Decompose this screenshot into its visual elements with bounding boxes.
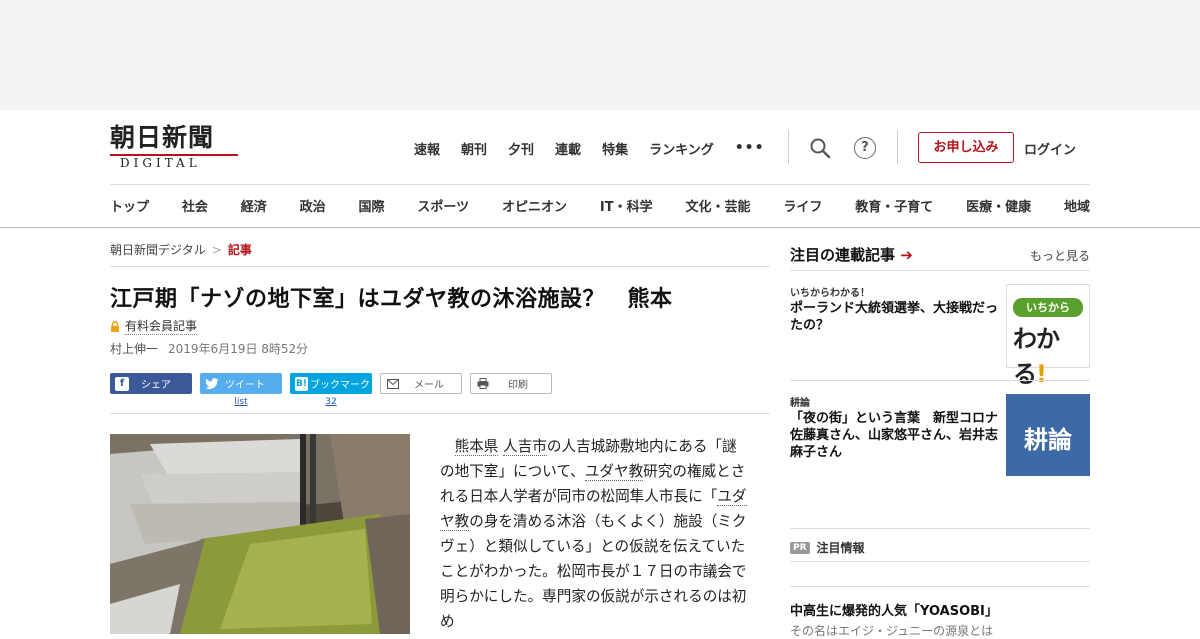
arrow-right-icon: ➔ [900, 246, 913, 264]
sidebar-item-kicker: いちからわかる！ [790, 288, 870, 299]
body-indent [440, 438, 455, 455]
hatena-icon: B! [295, 376, 308, 391]
print-button[interactable]: 印刷 [470, 373, 552, 394]
topnav-item-ranking[interactable]: ランキング [649, 139, 714, 158]
top-navigation: 速報 朝刊 夕刊 連載 特集 ランキング ••• [414, 138, 765, 158]
hatena-bookmark-button[interactable]: B! ブックマーク [290, 373, 372, 394]
featured-series-heading[interactable]: 注目の連載記事 ➔ [790, 244, 913, 265]
asahi-digital-logo[interactable]: 朝日新聞 DIGITAL [110, 124, 240, 170]
article-body: 熊本県 人吉市の人吉城跡敷地内にある「謎の地下室」について、ユダヤ教研究の権威と… [440, 434, 750, 634]
category-health[interactable]: 医療・健康 [966, 196, 1031, 216]
keyword-link-judaism[interactable]: ユダヤ教 [584, 463, 644, 481]
lock-icon [110, 320, 120, 332]
topnav-item-yuukan[interactable]: 夕刊 [508, 139, 534, 158]
share-divider [110, 413, 770, 414]
ichikara-wakaru-thumbnail: いちから わかる! [1006, 284, 1090, 388]
sidebar-item-title: 「夜の街」という言葉 新型コロナ 佐藤真さん、山家悠平さん、岩井志麻子さん [790, 411, 1012, 460]
breadcrumb-home[interactable]: 朝日新聞デジタル [110, 243, 206, 257]
paid-member-label[interactable]: 有料会員記事 [125, 317, 198, 335]
category-politics[interactable]: 政治 [300, 196, 326, 216]
breadcrumb-divider [110, 266, 770, 267]
category-culture[interactable]: 文化・芸能 [685, 196, 750, 216]
keyword-link-kumamoto[interactable]: 熊本県 [454, 438, 499, 456]
facebook-icon: f [115, 376, 129, 391]
pr-item-subtitle[interactable]: その名はエイジ・ジュニーの源泉とは [790, 622, 993, 639]
category-region[interactable]: 地域 [1064, 196, 1090, 216]
category-international[interactable]: 国際 [359, 196, 385, 216]
twitter-share-label: ツイート [225, 380, 265, 391]
hatena-bookmark-label: ブックマーク [309, 380, 370, 391]
breadcrumb-separator: > [211, 243, 222, 257]
pr-label: 注目情報 [816, 541, 865, 555]
sidebar-item-kicker: 耕論 [790, 398, 810, 409]
see-more-link[interactable]: もっと見る [1030, 247, 1090, 264]
twitter-icon [205, 377, 219, 391]
facebook-share-button[interactable]: f シェア [110, 373, 192, 394]
thumb-label: 耕論 [1024, 425, 1072, 454]
topnav-item-sokuho[interactable]: 速報 [414, 139, 440, 158]
print-icon [476, 377, 490, 391]
help-icon[interactable]: ? [854, 137, 876, 159]
login-link[interactable]: ログイン [1024, 139, 1076, 158]
breadcrumb-current: 記事 [227, 243, 252, 257]
logo-japanese: 朝日新聞 [110, 123, 215, 152]
article-photo[interactable] [110, 434, 410, 634]
print-label: 印刷 [508, 380, 528, 391]
paid-member-badge: 有料会員記事 [110, 317, 198, 335]
logo-english: DIGITAL [120, 156, 201, 170]
ad-banner-area [0, 0, 1200, 110]
category-education[interactable]: 教育・子育て [855, 196, 933, 216]
body-text: の身を清める沐浴（もくよく）施設（ミクヴェ）と類似している」との仮説を伝えていた… [440, 513, 747, 630]
category-life[interactable]: ライフ [783, 196, 822, 216]
hatena-count[interactable]: 32 [290, 397, 372, 407]
mail-share-button[interactable]: メール [380, 373, 462, 394]
breadcrumb: 朝日新聞デジタル > 記事 [110, 241, 252, 258]
category-sports[interactable]: スポーツ [417, 196, 469, 216]
sidebar-divider [790, 270, 1090, 271]
topnav-item-choukan[interactable]: 朝刊 [461, 139, 487, 158]
more-menu-icon[interactable]: ••• [735, 140, 765, 156]
header-divider [788, 130, 789, 164]
header-divider [897, 130, 898, 164]
sidebar-item-title: ポーランド大統領選挙、大接戦だったの？ [790, 301, 999, 333]
category-society[interactable]: 社会 [182, 196, 208, 216]
subscribe-button[interactable]: お申し込み [918, 132, 1014, 163]
pr-badge: PR [790, 541, 810, 554]
topnav-item-tokushu[interactable]: 特集 [602, 139, 628, 158]
twitter-share-button[interactable]: ツイート [200, 373, 282, 394]
category-navigation: トップ 社会 経済 政治 国際 スポーツ オピニオン IT・科学 文化・芸能 ラ… [110, 196, 1090, 216]
search-icon[interactable] [809, 137, 831, 159]
header-separator [110, 184, 1090, 185]
sidebar-divider [790, 380, 1090, 381]
sidebar-divider [790, 561, 1090, 562]
byline: 村上伸一 2019年6月19日 8時52分 [110, 340, 308, 357]
keyword-link-hitoyoshi[interactable]: 人吉市 [503, 438, 547, 456]
sidebar-divider [790, 586, 1090, 587]
thumb-label: いちから [1013, 298, 1083, 317]
site-header: 朝日新聞 DIGITAL 速報 朝刊 夕刊 連載 特集 ランキング ••• ? … [0, 110, 1200, 228]
pr-section-heading: PR 注目情報 [790, 539, 865, 556]
article-title: 江戸期「ナゾの地下室」はユダヤ教の沐浴施設？ 熊本 [110, 287, 673, 312]
mail-share-label: メール [414, 380, 444, 391]
topnav-item-rensai[interactable]: 連載 [555, 139, 581, 158]
category-economy[interactable]: 経済 [241, 196, 267, 216]
pr-item-title[interactable]: 中高生に爆発的人気「YOASOBI」 [790, 600, 998, 619]
facebook-share-label: シェア [141, 380, 171, 391]
mail-icon [386, 377, 400, 391]
category-it-science[interactable]: IT・科学 [600, 196, 653, 216]
twitter-count[interactable]: list [200, 397, 282, 407]
sidebar-divider [790, 528, 1090, 529]
author-name: 村上伸一 [110, 342, 159, 356]
thumb-label: わかる! [1013, 325, 1060, 388]
category-top[interactable]: トップ [110, 196, 149, 216]
category-opinion[interactable]: オピニオン [502, 196, 567, 216]
publish-date: 2019年6月19日 8時52分 [168, 342, 309, 356]
kouron-thumbnail: 耕論 [1006, 394, 1090, 476]
featured-series-title: 注目の連載記事 [790, 246, 896, 264]
